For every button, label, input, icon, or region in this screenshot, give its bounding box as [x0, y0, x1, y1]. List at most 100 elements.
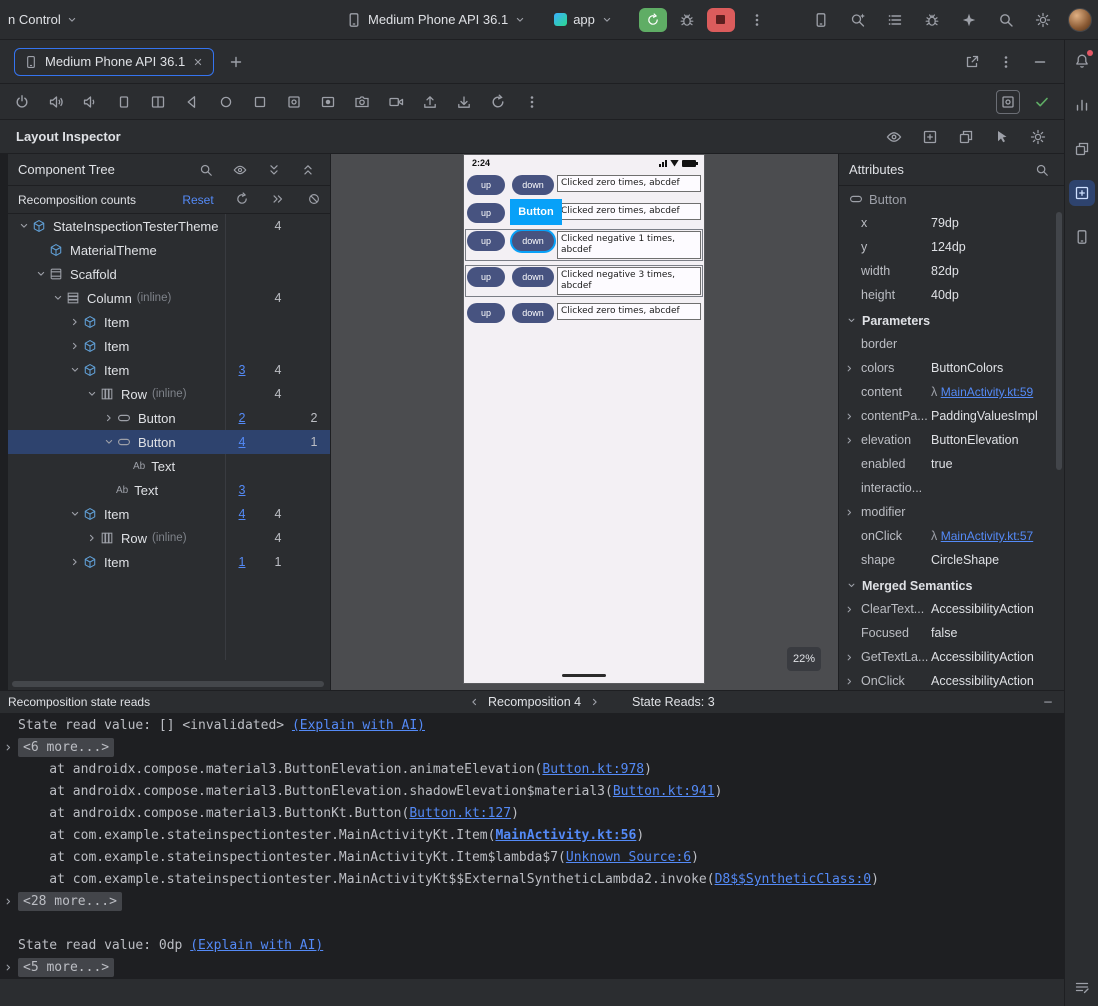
restart-device-button[interactable] [486, 90, 510, 114]
recomposition-count-link[interactable]: 4 [239, 435, 246, 449]
expand-icon[interactable] [844, 507, 855, 518]
attribute-row[interactable]: y 124dp [839, 236, 1064, 260]
gemini-button[interactable] [957, 8, 981, 32]
rotate-left-button[interactable] [112, 90, 136, 114]
chevron-down-icon[interactable] [67, 507, 82, 522]
recomposition-count-link[interactable]: 1 [239, 555, 246, 569]
counts-column-icon[interactable] [226, 192, 258, 206]
previous-recomposition-icon[interactable] [468, 696, 480, 708]
tree-search-button[interactable] [194, 158, 218, 182]
recomposition-count-link[interactable]: 3 [239, 363, 246, 377]
chevron-right-icon[interactable] [101, 411, 116, 426]
rotate-right-button[interactable] [146, 90, 170, 114]
attribute-row[interactable]: onClick λ MainActivity.kt:57 [839, 525, 1064, 549]
tree-node[interactable]: Item [8, 310, 330, 334]
app-item-row[interactable]: updownClicked zero times, abcdefButton [466, 199, 702, 225]
android-back-button[interactable] [180, 90, 204, 114]
new-tab-button[interactable] [224, 50, 248, 74]
expand-all-button[interactable] [262, 158, 286, 182]
zoom-level-badge[interactable]: 22% [786, 647, 821, 671]
tree-node[interactable]: Button 2 2 [8, 406, 330, 430]
console-source-link[interactable]: Button.kt:978 [542, 762, 644, 777]
attributes-search-button[interactable] [1030, 158, 1054, 182]
tree-node[interactable]: Item [8, 334, 330, 358]
chevron-down-icon[interactable] [101, 435, 116, 450]
task-list-button[interactable] [883, 8, 907, 32]
down-button[interactable]: down [512, 303, 554, 323]
console-source-link[interactable]: Unknown Source:6 [566, 850, 691, 865]
expand-icon[interactable] [844, 363, 855, 374]
attribute-row[interactable]: shape CircleShape [839, 549, 1064, 573]
attribute-row[interactable]: height 40dp [839, 284, 1064, 308]
vcs-widget[interactable]: n Control [8, 12, 78, 27]
app-item-row[interactable]: up down Clicked zero times, abcdef [466, 302, 702, 324]
attribute-row[interactable]: OnClick AccessibilityAction [839, 670, 1064, 690]
attributes-section-header[interactable]: Merged Semantics [839, 573, 1064, 598]
recomposition-count-link[interactable]: 3 [239, 483, 246, 497]
collapse-all-button[interactable] [296, 158, 320, 182]
expander-icon[interactable] [3, 742, 14, 753]
layers-mode-button[interactable] [954, 125, 978, 149]
ai-search-button[interactable] [846, 8, 870, 32]
camera-button[interactable] [350, 90, 374, 114]
attributes-section-header[interactable]: Parameters [839, 308, 1064, 333]
android-overview-button[interactable] [248, 90, 272, 114]
debug-button[interactable] [675, 8, 699, 32]
source-link[interactable]: MainActivity.kt:59 [941, 385, 1033, 399]
console-source-link[interactable]: (Explain with AI) [292, 718, 425, 733]
vertical-scrollbar[interactable] [1056, 212, 1062, 470]
horizontal-scrollbar[interactable] [12, 681, 324, 687]
chevron-down-icon[interactable] [33, 267, 48, 282]
up-button[interactable]: up [467, 231, 505, 251]
screen-record-button[interactable] [316, 90, 340, 114]
attribute-row[interactable]: ClearText... AccessibilityAction [839, 598, 1064, 622]
pick-element-button[interactable] [990, 125, 1014, 149]
attribute-row[interactable]: enabled true [839, 453, 1064, 477]
expand-icon[interactable] [844, 676, 855, 687]
expand-icon[interactable] [844, 435, 855, 446]
app-item-row[interactable]: up down Clicked negative 1 times, abcdef [465, 229, 703, 261]
stop-button[interactable] [706, 7, 735, 32]
android-home-button[interactable] [214, 90, 238, 114]
app-item-row[interactable]: up down Clicked negative 3 times, abcdef [465, 265, 703, 297]
more-frames-chip[interactable]: <28 more...> [18, 892, 122, 911]
volume-down-button[interactable] [78, 90, 102, 114]
skips-column-icon[interactable] [262, 192, 294, 206]
tree-node[interactable]: Item 3 4 [8, 358, 330, 382]
layout-inspector-button[interactable] [1068, 180, 1095, 206]
inspector-settings-button[interactable] [1026, 125, 1050, 149]
console-source-link[interactable]: (Explain with AI) [190, 938, 323, 953]
tree-node[interactable]: MaterialTheme [8, 238, 330, 262]
highlight-off-icon[interactable] [298, 192, 330, 206]
power-button[interactable] [10, 90, 34, 114]
device-more-button[interactable] [520, 90, 544, 114]
device-selector[interactable]: Medium Phone API 36.1 [340, 9, 532, 31]
tree-node[interactable]: Row (inline) 4 [8, 382, 330, 406]
tree-node[interactable]: Item 4 4 [8, 502, 330, 526]
chevron-right-icon[interactable] [84, 531, 99, 546]
up-button[interactable]: up [467, 203, 505, 223]
open-in-window-button[interactable] [960, 50, 984, 74]
tree-filter-button[interactable] [228, 158, 252, 182]
expand-icon[interactable] [844, 411, 855, 422]
attribute-row[interactable]: x 79dp [839, 212, 1064, 236]
clicks-text-field[interactable]: Clicked zero times, abcdef [557, 175, 701, 192]
device-explorer-button[interactable] [1069, 136, 1095, 162]
console-source-link[interactable]: Button.kt:127 [409, 806, 511, 821]
tree-node[interactable]: Row (inline) 4 [8, 526, 330, 550]
console-source-link[interactable]: D8$$SyntheticClass:0 [715, 872, 872, 887]
live-updates-button[interactable] [882, 125, 906, 149]
notifications-button[interactable] [1069, 48, 1095, 74]
volume-up-button[interactable] [44, 90, 68, 114]
device-render-area[interactable]: 2:24 updownClicked zero times, abcdefupd… [331, 154, 838, 690]
settings-button[interactable] [1031, 8, 1055, 32]
running-devices-button[interactable] [1069, 224, 1095, 250]
recomposition-count-link[interactable]: 2 [239, 411, 246, 425]
clicks-text-field[interactable]: Clicked negative 3 times, abcdef [557, 267, 701, 295]
select-mode-button[interactable] [918, 125, 942, 149]
expander-icon[interactable] [3, 962, 14, 973]
more-frames-chip[interactable]: <6 more...> [18, 738, 115, 757]
attribute-row[interactable]: elevation ButtonElevation [839, 429, 1064, 453]
download-button[interactable] [452, 90, 476, 114]
chevron-right-icon[interactable] [67, 555, 82, 570]
